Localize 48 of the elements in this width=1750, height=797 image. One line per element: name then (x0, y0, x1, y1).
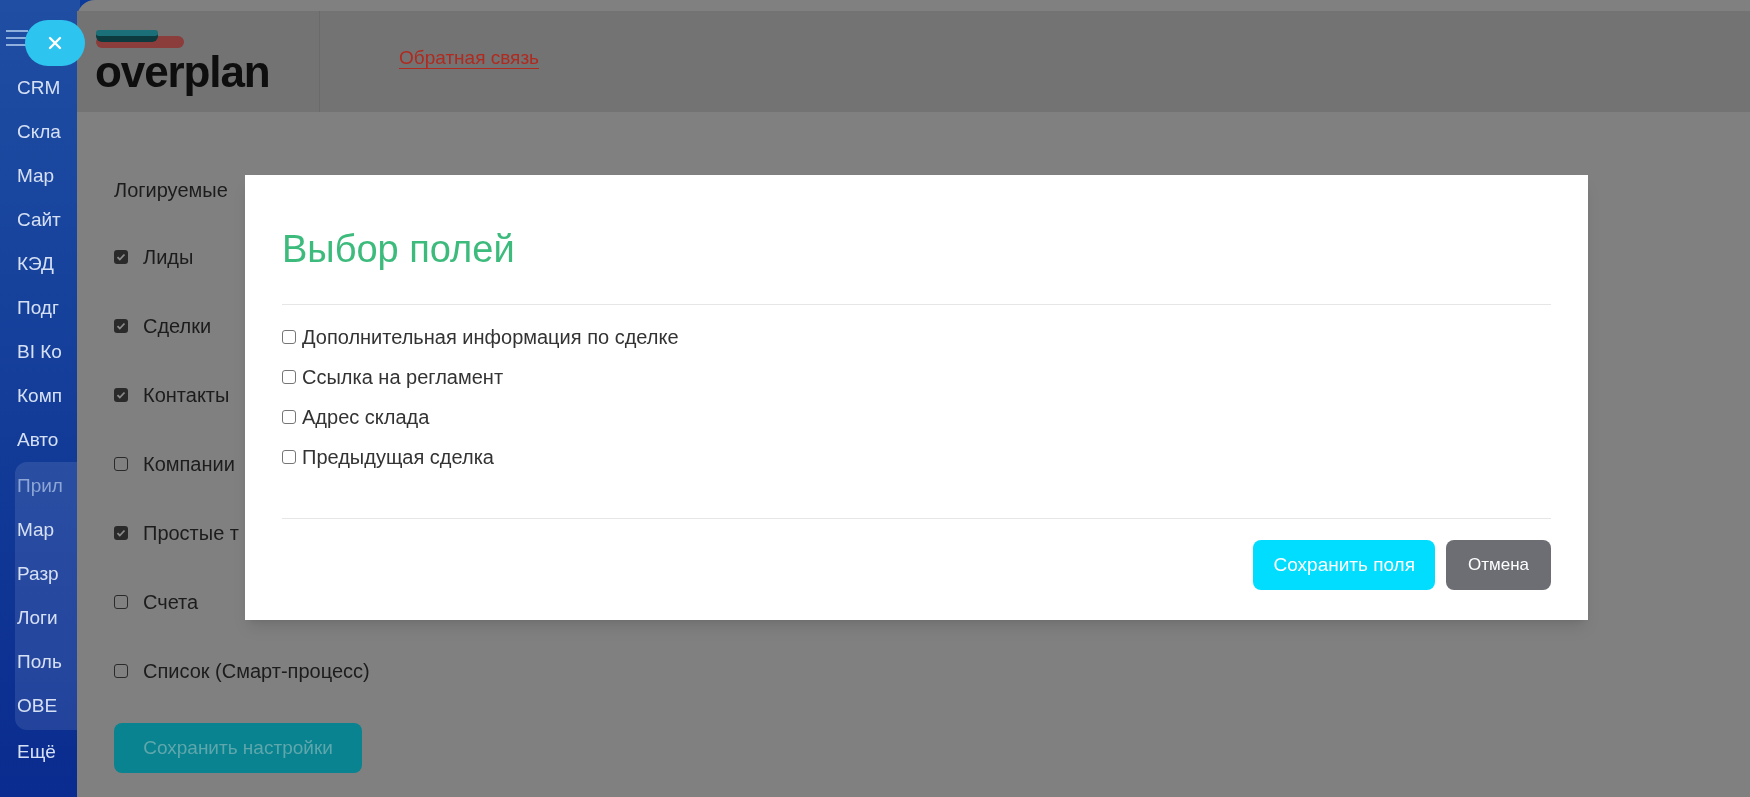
check-icon (116, 528, 126, 538)
modal-title: Выбор полей (282, 227, 516, 272)
cancel-button[interactable]: Отмена (1446, 540, 1551, 590)
sidebar-item[interactable]: КЭД (17, 242, 80, 286)
sidebar-item[interactable]: Комп (17, 374, 80, 418)
sidebar-item[interactable]: Ещё (17, 730, 80, 774)
section-title: Логируемые (114, 178, 229, 203)
checkbox[interactable] (114, 250, 128, 264)
sidebar-item[interactable]: Поль (17, 640, 80, 684)
logo-icon (95, 29, 185, 50)
field-label: Предыдущая сделка (302, 445, 494, 470)
check-icon (116, 252, 126, 262)
checkbox[interactable] (282, 410, 296, 424)
sidebar-item[interactable]: Разр (17, 552, 80, 596)
sidebar-item[interactable]: Авто (17, 418, 80, 462)
check-icon (116, 321, 126, 331)
close-icon (47, 35, 63, 51)
checkbox[interactable] (114, 388, 128, 402)
sidebar-item[interactable]: Логи (17, 596, 80, 640)
checkbox[interactable] (114, 664, 128, 678)
checkbox[interactable] (114, 319, 128, 333)
sidebar-item[interactable]: BI Ко (17, 330, 80, 374)
sidebar-item[interactable]: Сайт (17, 198, 80, 242)
option-label: Счета (143, 590, 199, 615)
checkbox[interactable] (282, 330, 296, 344)
checkbox[interactable] (114, 457, 128, 471)
field-label: Дополнительная информация по сделке (302, 325, 679, 350)
option-label: Компании (143, 452, 235, 477)
field-label: Адрес склада (302, 405, 430, 430)
option-label: Контакты (143, 383, 230, 408)
option-label: Простые т (143, 521, 239, 546)
logo-text: overplan (95, 49, 271, 94)
check-icon (116, 390, 126, 400)
sidebar-item[interactable]: CRM (17, 66, 80, 110)
sidebar-item[interactable]: Мар (17, 508, 80, 552)
checkbox[interactable] (282, 370, 296, 384)
field-label: Ссылка на регламент (302, 365, 504, 390)
sidebar-item[interactable]: Мар (17, 154, 80, 198)
option-label: Лиды (143, 245, 194, 270)
option-label: Сделки (143, 314, 212, 339)
sidebar-item[interactable]: Скла (17, 110, 80, 154)
menu-icon[interactable] (6, 30, 28, 46)
option-label: Список (Смарт-процесс) (143, 659, 370, 684)
checkbox[interactable] (114, 526, 128, 540)
sidebar-item[interactable]: ОВЕ (17, 684, 80, 728)
checkbox[interactable] (114, 595, 128, 609)
checkbox[interactable] (282, 450, 296, 464)
sidebar-item[interactable]: Подг (17, 286, 80, 330)
